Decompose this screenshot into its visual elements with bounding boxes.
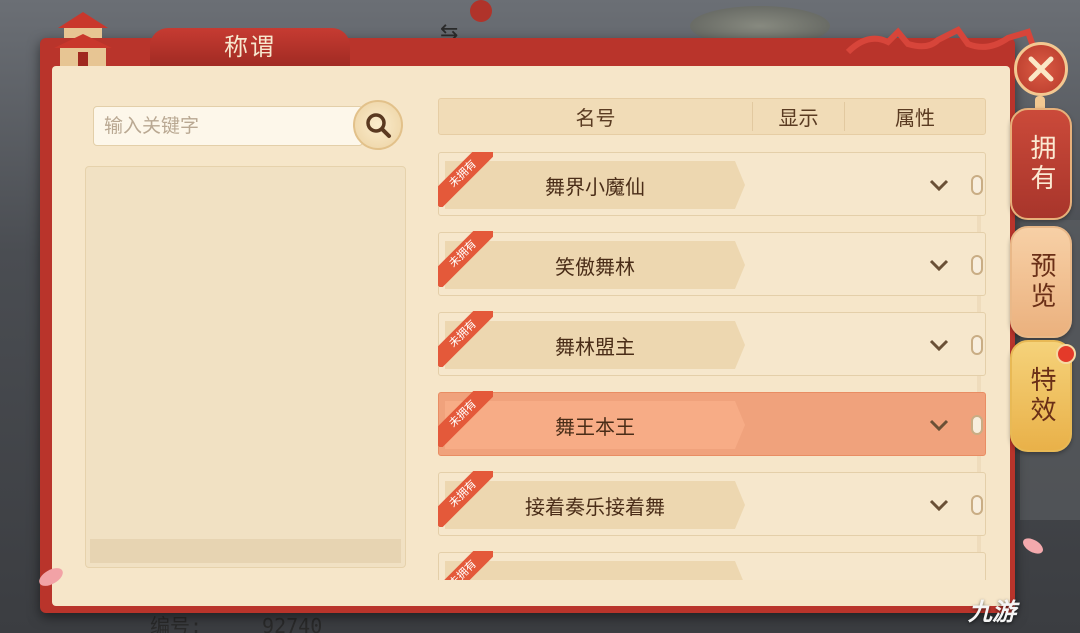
toggle-knob[interactable] [971, 495, 983, 515]
not-owned-badge: 未拥有 [438, 311, 493, 367]
header-attr: 属性 [895, 106, 935, 130]
table-header: 名号 显示 属性 [438, 98, 986, 135]
dialog-title: 称谓 [150, 28, 350, 66]
pagoda-icon [54, 12, 112, 66]
title-list: 舞界小魔仙 未拥有 笑傲舞林 未拥有 舞林盟主 未拥有 舞王本王 未拥有 接着奏… [438, 152, 990, 580]
background-id-text: 编号: 92740 [150, 610, 322, 633]
chevron-down-icon[interactable] [927, 173, 951, 197]
not-owned-badge: 未拥有 [438, 391, 493, 447]
table-row[interactable]: 笑傲舞林 未拥有 [438, 231, 986, 296]
search-icon [366, 113, 391, 138]
table-row-selected[interactable]: 舞王本王 未拥有 [438, 391, 986, 456]
not-owned-badge: 未拥有 [438, 231, 493, 287]
close-button[interactable] [1014, 42, 1068, 96]
table-row[interactable]: 接着奏乐接着舞 未拥有 [438, 471, 986, 536]
notification-dot [1056, 344, 1076, 364]
table-row[interactable]: 舞界小魔仙 未拥有 [438, 152, 986, 216]
chevron-down-icon[interactable] [927, 413, 951, 437]
not-owned-badge: 未拥有 [438, 551, 493, 580]
preview-panel-footer [90, 539, 401, 563]
search-button[interactable] [353, 100, 403, 150]
chevron-down-icon[interactable] [927, 333, 951, 357]
header-show: 显示 [753, 102, 845, 131]
id-label: 编号: [150, 614, 203, 633]
not-owned-badge: 未拥有 [438, 152, 493, 207]
table-row[interactable]: 未拥有 [438, 551, 986, 580]
not-owned-badge: 未拥有 [438, 471, 493, 527]
background-dot [470, 0, 492, 22]
toggle-knob[interactable] [971, 255, 983, 275]
id-value: 92740 [262, 614, 323, 633]
toggle-knob[interactable] [971, 415, 983, 435]
close-icon [1028, 56, 1054, 82]
title-preview-panel [85, 166, 406, 568]
tab-preview[interactable]: 预览 [1010, 226, 1072, 338]
toggle-knob[interactable] [971, 175, 983, 195]
toggle-knob[interactable] [971, 335, 983, 355]
chevron-down-icon[interactable] [927, 493, 951, 517]
table-row[interactable]: 舞林盟主 未拥有 [438, 311, 986, 376]
chevron-down-icon[interactable] [927, 253, 951, 277]
header-name: 名号 [439, 102, 753, 131]
tab-own[interactable]: 拥有 [1010, 108, 1072, 220]
watermark-logo: 九游 [968, 598, 1016, 626]
search-input[interactable]: 输入关键字 [93, 106, 363, 146]
horses-decoration [845, 26, 1036, 55]
